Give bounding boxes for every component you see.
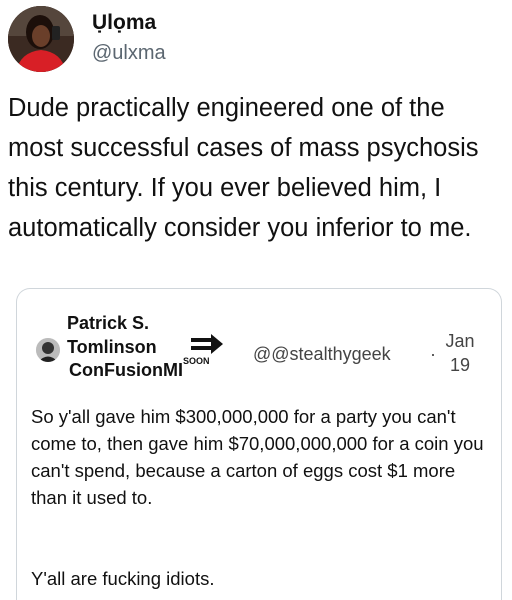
quote-name-line3: ConFusionMI bbox=[69, 360, 183, 380]
avatar[interactable] bbox=[8, 6, 74, 72]
user-handle[interactable]: @ulxma bbox=[92, 42, 166, 65]
quote-avatar[interactable] bbox=[36, 338, 60, 362]
quoted-tweet-card[interactable]: Patrick S. Tomlinson ConFusionMI SOON @@… bbox=[16, 288, 502, 600]
quote-date-month: Jan bbox=[445, 331, 475, 351]
quote-text: So y'all gave him $300,000,000 for a par… bbox=[31, 406, 484, 508]
display-name[interactable]: Ụlọma bbox=[92, 11, 156, 35]
tweet-text: Dude practically engineered one of the m… bbox=[8, 94, 479, 242]
quote-date[interactable]: Jan 19 bbox=[439, 329, 481, 377]
soon-label: SOON bbox=[183, 356, 210, 366]
separator-dot: · bbox=[430, 344, 436, 364]
quote-handle[interactable]: @@stealthygeek bbox=[253, 344, 391, 365]
avatar-image bbox=[8, 6, 74, 72]
quote-text-closing: Y'all are fucking idiots. bbox=[31, 568, 215, 589]
quote-date-day: 19 bbox=[449, 355, 471, 375]
tweet: Ụlọma @ulxma Dude practically engineered… bbox=[0, 0, 512, 600]
quote-avatar-image bbox=[36, 338, 60, 362]
soon-arrow-icon: SOON bbox=[179, 332, 235, 366]
